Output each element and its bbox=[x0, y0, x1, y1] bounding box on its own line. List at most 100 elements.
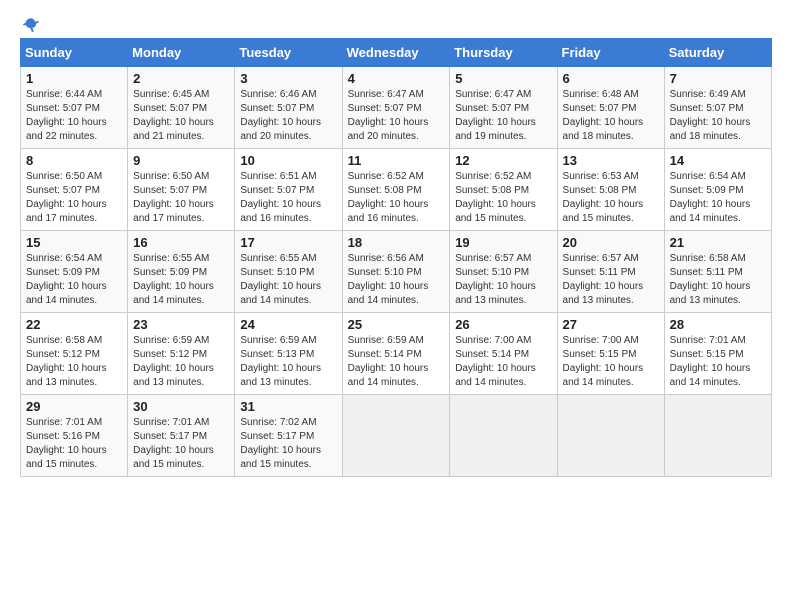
day-info: Sunrise: 6:48 AM Sunset: 5:07 PM Dayligh… bbox=[563, 88, 659, 144]
day-number: 5 bbox=[455, 71, 551, 86]
day-info: Sunrise: 6:58 AM Sunset: 5:12 PM Dayligh… bbox=[26, 334, 122, 390]
day-info: Sunrise: 6:45 AM Sunset: 5:07 PM Dayligh… bbox=[133, 88, 229, 144]
day-info: Sunrise: 6:57 AM Sunset: 5:11 PM Dayligh… bbox=[563, 252, 659, 308]
calendar-cell: 12 Sunrise: 6:52 AM Sunset: 5:08 PM Dayl… bbox=[450, 149, 557, 231]
calendar-cell: 5 Sunrise: 6:47 AM Sunset: 5:07 PM Dayli… bbox=[450, 67, 557, 149]
calendar-cell: 14 Sunrise: 6:54 AM Sunset: 5:09 PM Dayl… bbox=[664, 149, 771, 231]
calendar-day-header: Friday bbox=[557, 39, 664, 67]
day-number: 7 bbox=[670, 71, 766, 86]
calendar-cell bbox=[664, 395, 771, 477]
day-number: 12 bbox=[455, 153, 551, 168]
calendar-cell: 28 Sunrise: 7:01 AM Sunset: 5:15 PM Dayl… bbox=[664, 313, 771, 395]
day-info: Sunrise: 6:59 AM Sunset: 5:14 PM Dayligh… bbox=[348, 334, 445, 390]
day-number: 31 bbox=[240, 399, 336, 414]
day-number: 1 bbox=[26, 71, 122, 86]
day-number: 23 bbox=[133, 317, 229, 332]
day-info: Sunrise: 6:46 AM Sunset: 5:07 PM Dayligh… bbox=[240, 88, 336, 144]
calendar-cell: 2 Sunrise: 6:45 AM Sunset: 5:07 PM Dayli… bbox=[128, 67, 235, 149]
calendar-cell: 17 Sunrise: 6:55 AM Sunset: 5:10 PM Dayl… bbox=[235, 231, 342, 313]
day-number: 16 bbox=[133, 235, 229, 250]
day-info: Sunrise: 6:49 AM Sunset: 5:07 PM Dayligh… bbox=[670, 88, 766, 144]
day-number: 19 bbox=[455, 235, 551, 250]
day-number: 8 bbox=[26, 153, 122, 168]
calendar-body: 1 Sunrise: 6:44 AM Sunset: 5:07 PM Dayli… bbox=[21, 67, 772, 477]
day-number: 26 bbox=[455, 317, 551, 332]
calendar-table: SundayMondayTuesdayWednesdayThursdayFrid… bbox=[20, 38, 772, 477]
day-number: 13 bbox=[563, 153, 659, 168]
calendar-cell: 26 Sunrise: 7:00 AM Sunset: 5:14 PM Dayl… bbox=[450, 313, 557, 395]
day-info: Sunrise: 6:59 AM Sunset: 5:12 PM Dayligh… bbox=[133, 334, 229, 390]
calendar-week-row: 8 Sunrise: 6:50 AM Sunset: 5:07 PM Dayli… bbox=[21, 149, 772, 231]
day-number: 17 bbox=[240, 235, 336, 250]
day-info: Sunrise: 7:01 AM Sunset: 5:17 PM Dayligh… bbox=[133, 416, 229, 472]
calendar-cell: 11 Sunrise: 6:52 AM Sunset: 5:08 PM Dayl… bbox=[342, 149, 450, 231]
calendar-cell: 20 Sunrise: 6:57 AM Sunset: 5:11 PM Dayl… bbox=[557, 231, 664, 313]
calendar-cell: 31 Sunrise: 7:02 AM Sunset: 5:17 PM Dayl… bbox=[235, 395, 342, 477]
calendar-cell bbox=[450, 395, 557, 477]
day-number: 11 bbox=[348, 153, 445, 168]
day-info: Sunrise: 6:47 AM Sunset: 5:07 PM Dayligh… bbox=[348, 88, 445, 144]
calendar-cell: 19 Sunrise: 6:57 AM Sunset: 5:10 PM Dayl… bbox=[450, 231, 557, 313]
day-number: 30 bbox=[133, 399, 229, 414]
day-info: Sunrise: 6:53 AM Sunset: 5:08 PM Dayligh… bbox=[563, 170, 659, 226]
day-info: Sunrise: 6:52 AM Sunset: 5:08 PM Dayligh… bbox=[455, 170, 551, 226]
calendar-cell: 27 Sunrise: 7:00 AM Sunset: 5:15 PM Dayl… bbox=[557, 313, 664, 395]
calendar-cell: 18 Sunrise: 6:56 AM Sunset: 5:10 PM Dayl… bbox=[342, 231, 450, 313]
calendar-cell: 16 Sunrise: 6:55 AM Sunset: 5:09 PM Dayl… bbox=[128, 231, 235, 313]
day-info: Sunrise: 7:01 AM Sunset: 5:15 PM Dayligh… bbox=[670, 334, 766, 390]
calendar-week-row: 15 Sunrise: 6:54 AM Sunset: 5:09 PM Dayl… bbox=[21, 231, 772, 313]
day-number: 25 bbox=[348, 317, 445, 332]
page-header bbox=[20, 20, 772, 34]
calendar-header-row: SundayMondayTuesdayWednesdayThursdayFrid… bbox=[21, 39, 772, 67]
calendar-cell: 10 Sunrise: 6:51 AM Sunset: 5:07 PM Dayl… bbox=[235, 149, 342, 231]
calendar-cell: 7 Sunrise: 6:49 AM Sunset: 5:07 PM Dayli… bbox=[664, 67, 771, 149]
calendar-day-header: Tuesday bbox=[235, 39, 342, 67]
calendar-cell: 23 Sunrise: 6:59 AM Sunset: 5:12 PM Dayl… bbox=[128, 313, 235, 395]
day-number: 27 bbox=[563, 317, 659, 332]
day-info: Sunrise: 6:59 AM Sunset: 5:13 PM Dayligh… bbox=[240, 334, 336, 390]
day-info: Sunrise: 6:47 AM Sunset: 5:07 PM Dayligh… bbox=[455, 88, 551, 144]
day-info: Sunrise: 6:52 AM Sunset: 5:08 PM Dayligh… bbox=[348, 170, 445, 226]
day-number: 29 bbox=[26, 399, 122, 414]
day-info: Sunrise: 6:54 AM Sunset: 5:09 PM Dayligh… bbox=[670, 170, 766, 226]
calendar-cell: 13 Sunrise: 6:53 AM Sunset: 5:08 PM Dayl… bbox=[557, 149, 664, 231]
day-info: Sunrise: 6:54 AM Sunset: 5:09 PM Dayligh… bbox=[26, 252, 122, 308]
calendar-cell bbox=[557, 395, 664, 477]
day-number: 6 bbox=[563, 71, 659, 86]
logo bbox=[20, 20, 40, 34]
day-info: Sunrise: 7:02 AM Sunset: 5:17 PM Dayligh… bbox=[240, 416, 336, 472]
calendar-week-row: 1 Sunrise: 6:44 AM Sunset: 5:07 PM Dayli… bbox=[21, 67, 772, 149]
calendar-cell: 8 Sunrise: 6:50 AM Sunset: 5:07 PM Dayli… bbox=[21, 149, 128, 231]
calendar-week-row: 22 Sunrise: 6:58 AM Sunset: 5:12 PM Dayl… bbox=[21, 313, 772, 395]
calendar-cell: 9 Sunrise: 6:50 AM Sunset: 5:07 PM Dayli… bbox=[128, 149, 235, 231]
day-number: 22 bbox=[26, 317, 122, 332]
day-number: 10 bbox=[240, 153, 336, 168]
calendar-day-header: Saturday bbox=[664, 39, 771, 67]
calendar-cell: 4 Sunrise: 6:47 AM Sunset: 5:07 PM Dayli… bbox=[342, 67, 450, 149]
calendar-cell: 22 Sunrise: 6:58 AM Sunset: 5:12 PM Dayl… bbox=[21, 313, 128, 395]
day-number: 28 bbox=[670, 317, 766, 332]
day-number: 21 bbox=[670, 235, 766, 250]
day-info: Sunrise: 7:01 AM Sunset: 5:16 PM Dayligh… bbox=[26, 416, 122, 472]
calendar-cell: 1 Sunrise: 6:44 AM Sunset: 5:07 PM Dayli… bbox=[21, 67, 128, 149]
day-info: Sunrise: 7:00 AM Sunset: 5:15 PM Dayligh… bbox=[563, 334, 659, 390]
day-number: 15 bbox=[26, 235, 122, 250]
day-info: Sunrise: 6:55 AM Sunset: 5:10 PM Dayligh… bbox=[240, 252, 336, 308]
day-info: Sunrise: 6:50 AM Sunset: 5:07 PM Dayligh… bbox=[26, 170, 122, 226]
calendar-day-header: Sunday bbox=[21, 39, 128, 67]
calendar-week-row: 29 Sunrise: 7:01 AM Sunset: 5:16 PM Dayl… bbox=[21, 395, 772, 477]
day-info: Sunrise: 6:57 AM Sunset: 5:10 PM Dayligh… bbox=[455, 252, 551, 308]
day-number: 9 bbox=[133, 153, 229, 168]
day-info: Sunrise: 7:00 AM Sunset: 5:14 PM Dayligh… bbox=[455, 334, 551, 390]
day-number: 2 bbox=[133, 71, 229, 86]
calendar-cell: 29 Sunrise: 7:01 AM Sunset: 5:16 PM Dayl… bbox=[21, 395, 128, 477]
calendar-cell: 30 Sunrise: 7:01 AM Sunset: 5:17 PM Dayl… bbox=[128, 395, 235, 477]
day-info: Sunrise: 6:51 AM Sunset: 5:07 PM Dayligh… bbox=[240, 170, 336, 226]
calendar-day-header: Wednesday bbox=[342, 39, 450, 67]
day-number: 24 bbox=[240, 317, 336, 332]
calendar-cell: 25 Sunrise: 6:59 AM Sunset: 5:14 PM Dayl… bbox=[342, 313, 450, 395]
calendar-cell: 15 Sunrise: 6:54 AM Sunset: 5:09 PM Dayl… bbox=[21, 231, 128, 313]
calendar-cell: 3 Sunrise: 6:46 AM Sunset: 5:07 PM Dayli… bbox=[235, 67, 342, 149]
day-number: 18 bbox=[348, 235, 445, 250]
day-info: Sunrise: 6:55 AM Sunset: 5:09 PM Dayligh… bbox=[133, 252, 229, 308]
